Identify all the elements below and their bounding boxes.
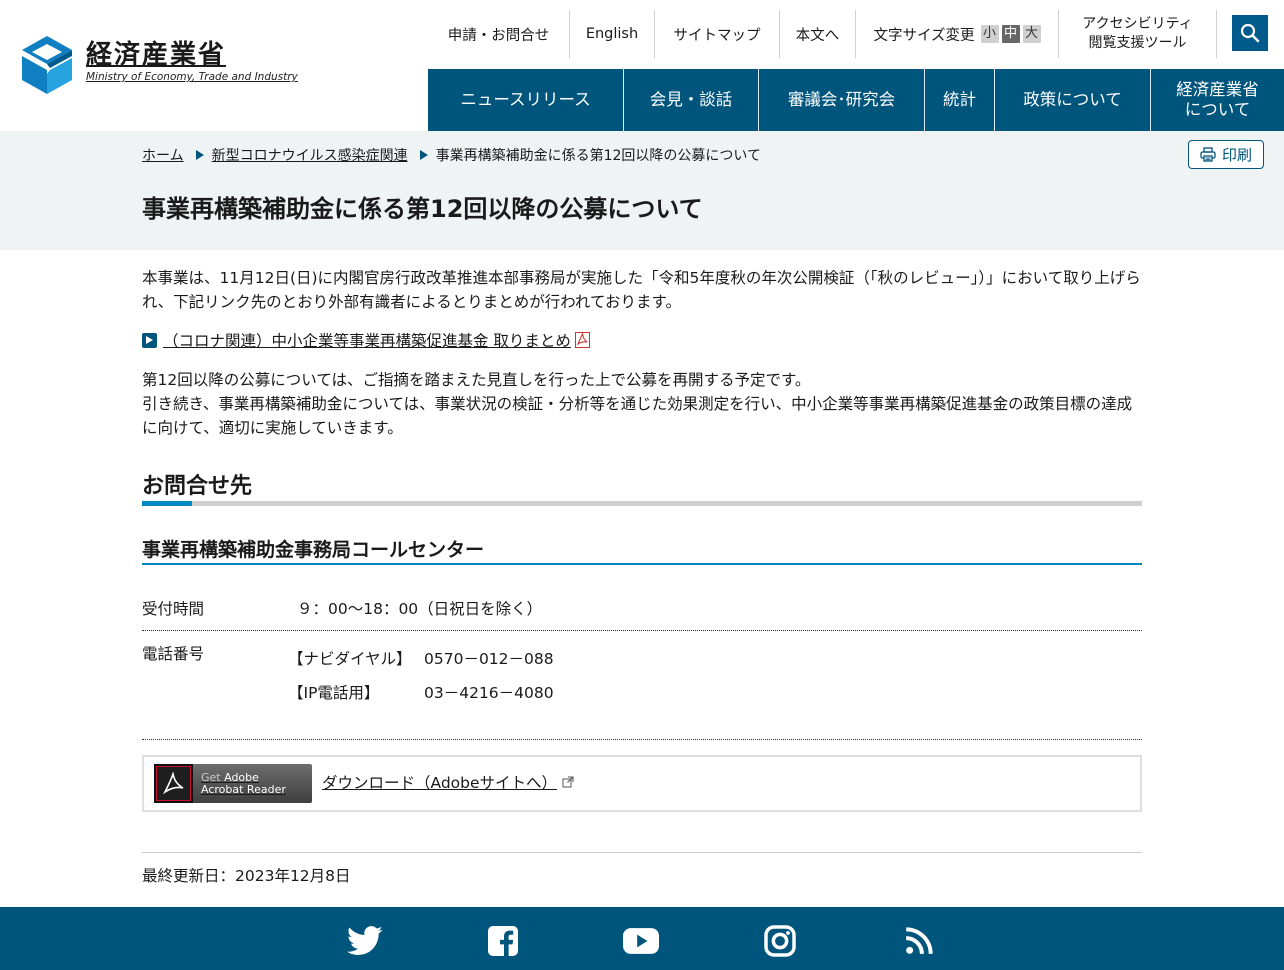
- search-button[interactable]: [1232, 15, 1268, 51]
- gnav-about-line1: 経済産業省: [1176, 80, 1259, 99]
- font-size-label: 文字サイズ変更: [873, 27, 975, 44]
- call-center-heading: 事業再構築補助金事務局コールセンター: [142, 539, 485, 561]
- breadcrumb-covid[interactable]: 新型コロナウイルス感染症関連: [212, 145, 408, 165]
- print-label: 印刷: [1221, 147, 1252, 164]
- notice-line1: 第12回以降の公募については、ご指摘を踏まえた見直しを行った上で公募を再開する予…: [142, 371, 811, 389]
- link-arrow-icon: [142, 332, 157, 348]
- adobe-download-link[interactable]: ダウンロード（Adobeサイトへ）: [322, 771, 557, 793]
- breadcrumb-home[interactable]: ホーム: [142, 145, 184, 165]
- accessibility-line2: 閲覧支援ツール: [1088, 35, 1187, 51]
- search-icon: [1240, 23, 1260, 43]
- row-divider: [142, 739, 1142, 740]
- row-divider: [142, 630, 1142, 631]
- site-footer: [0, 907, 1284, 970]
- gnav-stats[interactable]: 統計: [925, 69, 995, 131]
- accessibility-line1: アクセシビリティ: [1082, 16, 1193, 32]
- breadcrumb-arrow-icon: [419, 150, 428, 160]
- youtube-link[interactable]: [623, 924, 659, 958]
- font-size-large-button[interactable]: 大: [1022, 25, 1041, 43]
- updated-divider: [142, 852, 1142, 853]
- adobe-badge-adobe: Adobe: [224, 770, 259, 784]
- navi-dial-label: 【ナビダイヤル】: [288, 650, 412, 668]
- ip-phone-number: 03－4216－4080: [424, 684, 554, 702]
- pdf-link-row: （コロナ関連）中小企業等事業再構築促進基金 取りまとめ: [142, 329, 590, 351]
- notice-paragraph: 第12回以降の公募については、ご指摘を踏まえた見直しを行った上で公募を再開する予…: [142, 368, 1142, 440]
- site-header: 経済産業省 Ministry of Economy, Trade and Ind…: [0, 0, 1284, 131]
- adobe-badge-get: Get: [201, 770, 221, 784]
- gnav-news[interactable]: ニュースリリース: [428, 69, 624, 131]
- contact-heading: お問合せ先: [142, 474, 253, 499]
- external-link-icon: [562, 776, 574, 788]
- accessibility-tool-link[interactable]: アクセシビリティ 閲覧支援ツール: [1059, 10, 1217, 58]
- gnav-press[interactable]: 会見・談話: [624, 69, 759, 131]
- font-size-small-button[interactable]: 小: [980, 25, 999, 43]
- utility-nav: 申請・お問合せ English サイトマップ 本文へ 文字サイズ変更 小 中 大…: [428, 10, 1217, 58]
- youtube-icon: [623, 928, 659, 954]
- print-button[interactable]: 印刷: [1188, 140, 1264, 169]
- adobe-reader-badge[interactable]: Get Adobe Acrobat Reader: [154, 764, 312, 803]
- font-size-switcher: 文字サイズ変更 小 中 大: [856, 10, 1059, 58]
- gnav-council[interactable]: 審議会･研究会: [759, 69, 925, 131]
- util-contact-link[interactable]: 申請・お問合せ: [428, 10, 570, 58]
- adobe-reader-box: Get Adobe Acrobat Reader ダウンロード（Adobeサイト…: [142, 755, 1142, 812]
- phone-label: 電話番号: [142, 645, 205, 663]
- call-center-heading-line: [142, 563, 1142, 565]
- pdf-icon: [574, 332, 590, 348]
- navi-dial-number: 0570－012－088: [424, 650, 554, 668]
- hours-value: ９：00～18：00（日祝日を除く）: [297, 600, 543, 618]
- summary-pdf-link[interactable]: （コロナ関連）中小企業等事業再構築促進基金 取りまとめ: [163, 329, 571, 351]
- logo-text-jp: 経済産業省: [86, 40, 227, 70]
- meti-logo-icon: [22, 36, 72, 94]
- rss-link[interactable]: [901, 924, 937, 958]
- site-logo[interactable]: 経済産業省 Ministry of Economy, Trade and Ind…: [20, 34, 298, 96]
- ip-phone-label: 【IP電話用】: [288, 684, 380, 702]
- breadcrumb-current: 事業再構築補助金に係る第12回以降の公募について: [435, 148, 761, 164]
- intro-paragraph: 本事業は、11月12日(日)に内閣官房行政改革推進本部事務局が実施した「令和5年…: [142, 269, 1141, 311]
- font-size-medium-button[interactable]: 中: [1001, 25, 1020, 43]
- breadcrumb-arrow-icon: [195, 150, 204, 160]
- adobe-badge-reader: Acrobat Reader: [201, 782, 286, 796]
- global-nav: ニュースリリース 会見・談話 審議会･研究会 統計 政策について 経済産業省 に…: [428, 69, 1284, 131]
- printer-icon: [1200, 147, 1216, 162]
- notice-line2: 引き続き、事業再構築補助金については、事業状況の検証・分析等を通じた効果測定を行…: [142, 395, 1133, 437]
- util-english-link[interactable]: English: [570, 10, 655, 58]
- instagram-icon: [764, 925, 796, 957]
- gnav-policy[interactable]: 政策について: [995, 69, 1151, 131]
- twitter-link[interactable]: [347, 924, 383, 958]
- acrobat-icon: [154, 764, 193, 803]
- util-sitemap-link[interactable]: サイトマップ: [655, 10, 780, 58]
- twitter-icon: [347, 926, 383, 955]
- gnav-about[interactable]: 経済産業省 について: [1151, 69, 1284, 131]
- hours-label: 受付時間: [142, 600, 205, 618]
- logo-text-en: Ministry of Economy, Trade and Industry: [86, 71, 298, 83]
- page-title: 事業再構築補助金に係る第12回以降の公募について: [142, 195, 703, 223]
- breadcrumb: ホーム 新型コロナウイルス感染症関連 事業再構築補助金に係る第12回以降の公募に…: [142, 145, 761, 165]
- rss-icon: [905, 927, 933, 955]
- gnav-about-line2: について: [1184, 100, 1251, 119]
- util-skip-link[interactable]: 本文へ: [780, 10, 856, 58]
- title-band: ホーム 新型コロナウイルス感染症関連 事業再構築補助金に係る第12回以降の公募に…: [0, 131, 1284, 250]
- facebook-link[interactable]: [485, 924, 521, 958]
- facebook-icon: [488, 926, 518, 956]
- last-updated: 最終更新日：2023年12月8日: [142, 867, 351, 885]
- contact-heading-bar: [142, 501, 1142, 506]
- instagram-link[interactable]: [762, 924, 798, 958]
